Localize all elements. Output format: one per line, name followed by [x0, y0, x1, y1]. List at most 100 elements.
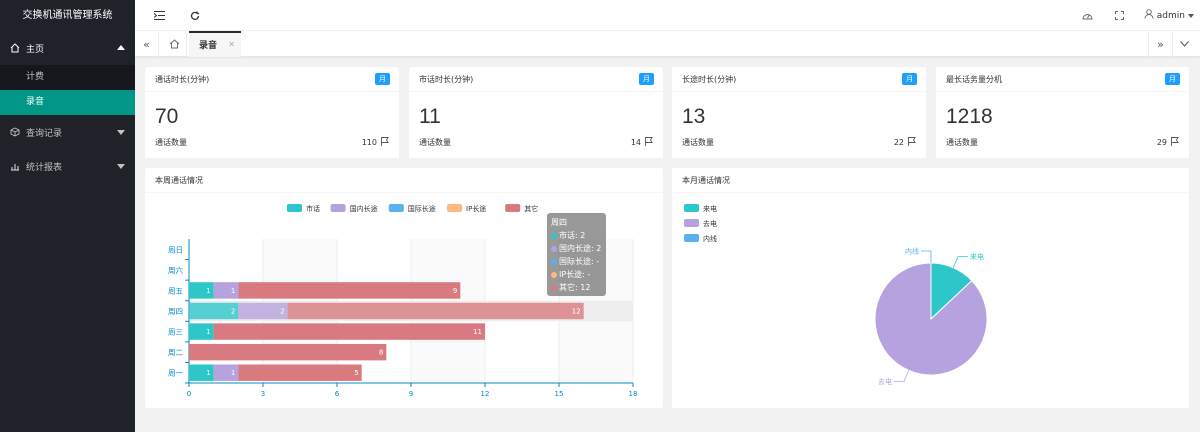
card-title: 最长话务量分机: [946, 75, 1002, 84]
bar-value-label: 1: [231, 369, 235, 377]
tab-bar: « 录音 ✕ »: [135, 31, 1200, 57]
card-foot-value: 14: [630, 138, 641, 147]
bar-value-label: 1: [231, 287, 235, 295]
legend-swatch: [330, 204, 346, 212]
sidebar-item-billing[interactable]: 计费: [0, 65, 135, 90]
card-foot-label: 通话数量: [682, 138, 714, 147]
legend-swatch: [684, 234, 699, 242]
tooltip-row-text: 国际长途: -: [559, 257, 600, 266]
bar-chart-icon: [8, 161, 22, 171]
refresh-icon[interactable]: [183, 0, 207, 31]
stat-card-call-duration: 通话时长(分钟) 月 70 通话数量 110: [145, 67, 399, 158]
card-foot: 14: [631, 137, 653, 148]
card-value: 13: [682, 105, 706, 128]
monthly-pie-chart[interactable]: 来电去电内线来电去电内线: [672, 193, 1189, 408]
bar-value-label: 1: [206, 328, 210, 336]
bar-segment: [238, 364, 362, 381]
flag-icon: [1171, 137, 1179, 148]
card-foot-label: 通话数量: [155, 138, 187, 147]
sidebar: 交换机通讯管理系统 主页 计费 录音 查询记录 统计报表: [0, 0, 135, 432]
tooltip-row: IP长途: -: [551, 268, 602, 281]
sidebar-item-label: 统计报表: [26, 162, 63, 173]
chart-title: 本周通话情况: [155, 176, 203, 185]
sidebar-item-query[interactable]: 查询记录: [0, 115, 135, 149]
sidebar-item-reports[interactable]: 统计报表: [0, 149, 135, 183]
y-tick-label: 周二: [168, 348, 183, 357]
close-icon[interactable]: ✕: [228, 40, 235, 49]
bar-value-label: 8: [379, 349, 383, 357]
chevron-down-icon: [117, 164, 125, 169]
legend-label: 国际长途: [408, 204, 436, 213]
tooltip-title: 周四: [551, 218, 567, 227]
legend-label: 其它: [524, 204, 538, 213]
bar-segment: [238, 282, 461, 299]
flag-icon: [908, 137, 916, 148]
legend-dot: [551, 258, 557, 265]
app-title: 交换机通讯管理系统: [0, 0, 135, 31]
legend-swatch: [684, 219, 699, 227]
tooltip-row: 市话: 2: [551, 229, 602, 242]
caret-down-icon: [1188, 13, 1194, 18]
tabs-menu-icon[interactable]: [1172, 31, 1196, 57]
tab-recording[interactable]: 录音 ✕: [189, 31, 241, 57]
user-menu[interactable]: admin: [1144, 0, 1194, 31]
bar-value-label: 12: [572, 308, 581, 316]
stat-card-local-duration: 市话时长(分钟) 月 11 通话数量 14: [409, 67, 663, 158]
menu-toggle-icon[interactable]: [147, 0, 171, 31]
x-tick-label: 0: [187, 390, 191, 398]
card-foot: 110: [362, 137, 389, 148]
stat-card-long-distance-duration: 长途时长(分钟) 月 13 通话数量 22: [672, 67, 926, 158]
monthly-chart-card: 本月通话情况 来电 去电 内线 来电 去电 内线: [672, 168, 1189, 408]
bar-value-label: 1: [206, 369, 210, 377]
card-value: 70: [155, 105, 179, 128]
legend-dot: [551, 232, 557, 239]
chevron-down-icon: [117, 130, 125, 135]
period-badge: 月: [639, 73, 654, 85]
tooltip-row: 国内长途: 2: [551, 242, 602, 255]
bar-segment: [287, 302, 584, 320]
y-tick-label: 周一: [168, 369, 183, 378]
tooltip-row-text: 国内长途: 2: [559, 244, 602, 253]
flag-icon: [645, 137, 653, 148]
legend-swatch: [388, 204, 404, 212]
top-header: admin: [135, 0, 1200, 31]
tooltip-row-text: 市话: 2: [559, 231, 586, 240]
bar-segment: [189, 343, 387, 361]
legend-dot: [551, 271, 557, 278]
x-tick-label: 12: [481, 390, 490, 398]
chart-tooltip: 周四 市话: 2 国内长途: 2 国际长途: - IP长途: - 其它: 12: [547, 213, 606, 296]
tab-home-icon[interactable]: [163, 31, 187, 57]
x-tick-label: 15: [555, 390, 564, 398]
x-tick-label: 3: [261, 390, 265, 398]
card-value: 11: [419, 105, 441, 128]
sidebar-item-recording[interactable]: 录音: [0, 90, 135, 115]
card-foot-value: 22: [893, 138, 904, 147]
tooltip-row-text: IP长途: -: [559, 270, 591, 279]
pie-leader-line: [921, 250, 932, 263]
pie-label: 来电: [970, 252, 984, 261]
tab-label: 录音: [199, 40, 218, 51]
bar-value-label: 9: [453, 287, 457, 295]
sidebar-item-home[interactable]: 主页: [0, 31, 135, 65]
y-tick-label: 周四: [168, 307, 183, 316]
legend-label: IP长途: [466, 204, 486, 213]
sidebar-item-label: 查询记录: [26, 128, 63, 139]
fullscreen-icon[interactable]: [1107, 0, 1131, 31]
bar-value-label: 2: [231, 308, 235, 316]
tooltip-row: 其它: 12: [551, 281, 602, 294]
x-tick-label: 6: [335, 390, 340, 398]
y-tick-label: 周五: [168, 286, 183, 295]
card-foot: 22: [894, 137, 916, 148]
card-foot: 29: [1157, 137, 1179, 148]
tabs-scroll-right-icon[interactable]: »: [1148, 31, 1172, 57]
card-foot-value: 29: [1156, 138, 1167, 147]
sidebar-item-label: 主页: [26, 44, 45, 55]
bar-value-label: 1: [206, 287, 210, 295]
card-foot-value: 110: [361, 138, 377, 147]
theme-icon[interactable]: [1075, 0, 1099, 31]
username: admin: [1156, 10, 1185, 21]
legend-label: 去电: [703, 219, 717, 228]
tabs-scroll-left-icon[interactable]: «: [135, 31, 159, 57]
y-tick-label: 周三: [168, 328, 183, 337]
legend-swatch: [684, 204, 699, 212]
